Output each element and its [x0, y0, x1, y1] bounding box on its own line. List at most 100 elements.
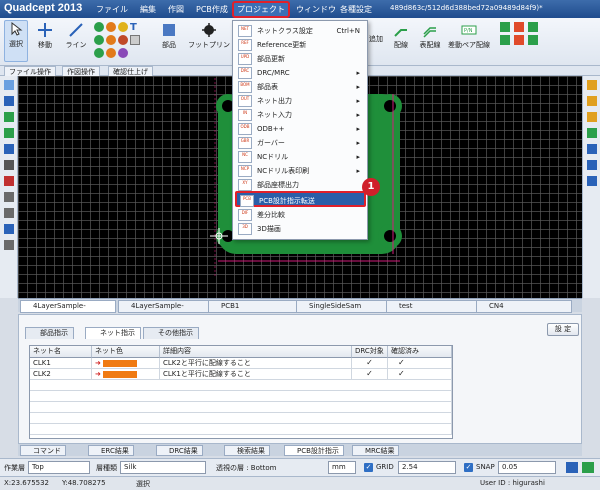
column-header[interactable]: ネット名	[30, 346, 92, 358]
settings-icon[interactable]	[4, 240, 14, 250]
empty-row	[30, 413, 452, 424]
move-button[interactable]: 移動	[32, 22, 58, 50]
diff-pair-button[interactable]: P/N 差動ペア配線	[446, 22, 492, 50]
arrow-left-icon[interactable]	[4, 112, 14, 122]
move-tool-icon[interactable]	[4, 96, 14, 106]
footprint-button[interactable]: フットプリン	[186, 22, 232, 50]
layer-a-icon[interactable]	[587, 80, 597, 90]
tab-erc-result[interactable]: ERC結果	[88, 445, 134, 456]
fill-tool-icon[interactable]	[118, 22, 128, 32]
net-color-cell[interactable]: ➜	[92, 369, 160, 380]
drc-toggle-icon[interactable]	[566, 462, 578, 473]
menu-draw[interactable]: 作図	[168, 4, 184, 15]
snap-select[interactable]: 0.05	[498, 461, 556, 474]
table-wiring-button[interactable]: 表配線	[416, 22, 444, 50]
select-button[interactable]: 選択	[4, 20, 28, 62]
doc-tab[interactable]: PCB1	[208, 300, 304, 313]
snap-checkbox[interactable]: ✓	[464, 463, 473, 472]
arrow-right-icon[interactable]	[4, 128, 14, 138]
add-button[interactable]: 追加	[368, 34, 384, 44]
select-tool-icon[interactable]	[4, 80, 14, 90]
tab-mrc-result[interactable]: MRC結果	[352, 445, 400, 456]
layer-b-icon[interactable]	[587, 96, 597, 106]
drc-checkbox[interactable]: ✓	[352, 358, 388, 369]
menu-file[interactable]: ファイル	[96, 4, 128, 15]
column-header[interactable]: ネット色	[92, 346, 160, 358]
tab-net-instruction[interactable]: ネット指示	[85, 327, 141, 339]
poly-tool-icon[interactable]	[118, 35, 128, 45]
doc-tab[interactable]: SingleSideSam	[296, 300, 392, 313]
menu-settings[interactable]: 各種設定	[340, 4, 372, 15]
menu-project[interactable]: プロジェクト	[232, 1, 290, 18]
circle-tool-icon[interactable]	[94, 22, 104, 32]
menu-item-3d-view[interactable]: 3D 3D描画	[235, 221, 366, 237]
arrow-down-icon[interactable]	[4, 144, 14, 154]
line-button[interactable]: ライン	[62, 22, 90, 50]
shape-tool-icon[interactable]	[118, 48, 128, 58]
doc-tab[interactable]: CN4	[476, 300, 572, 313]
tab-drc-result[interactable]: DRC結果	[156, 445, 203, 456]
settings-button[interactable]: 設 定	[547, 323, 579, 336]
tool-a-icon[interactable]	[500, 22, 510, 32]
tab-other-instruction[interactable]: その他指示	[143, 327, 199, 339]
tool-c-icon[interactable]	[528, 22, 538, 32]
net-color-cell[interactable]: ➜	[92, 358, 160, 369]
column-header[interactable]: 確認済み	[388, 346, 452, 358]
arc-tool-icon[interactable]	[106, 22, 116, 32]
tool-f-icon[interactable]	[528, 35, 538, 45]
layer-d-icon[interactable]	[587, 128, 597, 138]
confirmed-checkbox[interactable]: ✓	[388, 358, 452, 369]
zoom-icon[interactable]	[4, 192, 14, 202]
ribbon-tab-file-ops[interactable]: ファイル操作	[4, 66, 56, 76]
menu-edit[interactable]: 編集	[140, 4, 156, 15]
menu-item-pcb-instruction-transfer[interactable]: PCB PCB設計指示転送	[235, 191, 366, 207]
net-name-cell[interactable]: CLK1	[30, 358, 92, 369]
ribbon-tab-draw-ops[interactable]: 作図操作	[62, 66, 100, 76]
text-tool-icon[interactable]: T	[130, 22, 140, 33]
layer-e-icon[interactable]	[587, 144, 597, 154]
ellipse-tool-icon[interactable]	[94, 35, 104, 45]
tool-e-icon[interactable]	[514, 35, 524, 45]
gear-icon[interactable]	[4, 224, 14, 234]
detail-cell[interactable]: CLK2と平行に配線すること	[160, 358, 352, 369]
layer-c-icon[interactable]	[587, 112, 597, 122]
net-name-cell[interactable]: CLK2	[30, 369, 92, 380]
arc2-tool-icon[interactable]	[106, 35, 116, 45]
empty-row	[30, 391, 452, 402]
tab-pcb-instruction[interactable]: PCB設計指示	[284, 445, 344, 456]
drc-checkbox[interactable]: ✓	[352, 369, 388, 380]
menu-window[interactable]: ウィンドウ	[296, 4, 336, 15]
tool-b-icon[interactable]	[514, 22, 524, 32]
save-icon[interactable]	[4, 160, 14, 170]
mrc-toggle-icon[interactable]	[582, 462, 594, 473]
wiring-button[interactable]: 配線	[388, 22, 414, 50]
grid-select[interactable]: 2.54	[398, 461, 456, 474]
unit-select[interactable]: mm	[328, 461, 356, 474]
ribbon-tab-check[interactable]: 確認仕上げ	[108, 66, 153, 76]
column-header[interactable]: DRC対象	[352, 346, 388, 358]
confirmed-checkbox[interactable]: ✓	[388, 369, 452, 380]
menu-pcb[interactable]: PCB作成	[196, 4, 228, 15]
grid-checkbox[interactable]: ✓	[364, 463, 373, 472]
layer-type-select[interactable]: Silk	[120, 461, 206, 474]
work-layer-select[interactable]: Top	[28, 461, 90, 474]
detail-cell[interactable]: CLK1と平行に配線すること	[160, 369, 352, 380]
rect-tool-icon[interactable]	[106, 48, 116, 58]
tab-search-result[interactable]: 検索結果	[224, 445, 270, 456]
zoom-out-icon[interactable]	[4, 208, 14, 218]
empty-row	[30, 424, 452, 435]
tool-d-icon[interactable]	[500, 35, 510, 45]
doc-tab[interactable]: 4LayerSample-	[118, 300, 214, 313]
layer-g-icon[interactable]	[587, 176, 597, 186]
tab-part-instruction[interactable]: 部品指示	[25, 327, 74, 339]
image-tool-icon[interactable]	[130, 35, 140, 45]
doc-tab[interactable]: test	[386, 300, 482, 313]
layer-f-icon[interactable]	[587, 160, 597, 170]
dimension-tool-icon[interactable]	[94, 48, 104, 58]
part-button[interactable]: 部品	[156, 22, 182, 50]
column-header[interactable]: 詳細内容	[160, 346, 352, 358]
doc-tab[interactable]: 4LayerSample-	[20, 300, 116, 313]
tab-command[interactable]: コマンド	[20, 445, 66, 456]
table-wiring-icon	[423, 27, 436, 38]
delete-icon[interactable]	[4, 176, 14, 186]
